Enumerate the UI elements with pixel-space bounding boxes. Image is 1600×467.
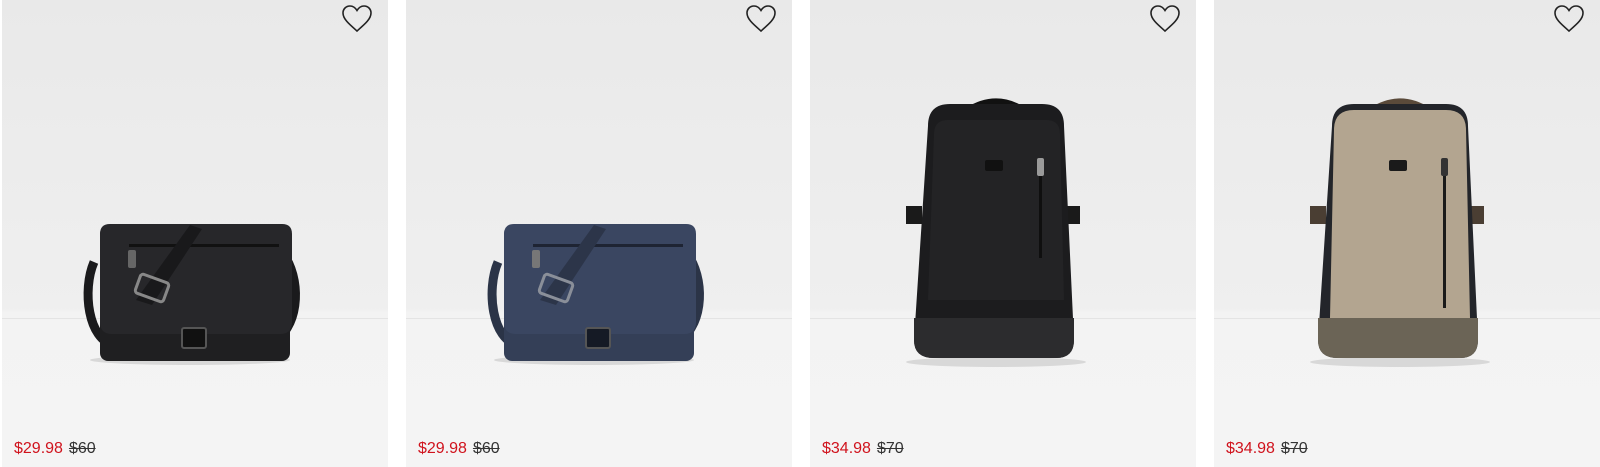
product-grid: $29.98 $60 $29.98 $60 $34.98 $70 $34.98 …: [0, 0, 1600, 467]
product-image-backpack-taupe[interactable]: [1214, 0, 1600, 420]
heart-outline-icon[interactable]: [744, 3, 778, 35]
product-image-backpack-black[interactable]: [810, 0, 1196, 420]
product-card[interactable]: $29.98 $60: [406, 0, 792, 467]
product-image-messenger-black[interactable]: [2, 0, 388, 420]
original-price: $60: [68, 440, 96, 457]
price-row: $29.98 $60: [418, 439, 500, 459]
original-price: $60: [472, 440, 500, 457]
product-card[interactable]: $29.98 $60: [2, 0, 388, 467]
price-row: $34.98 $70: [822, 439, 904, 459]
product-card[interactable]: $34.98 $70: [1214, 0, 1600, 467]
heart-outline-icon[interactable]: [1148, 3, 1182, 35]
price-row: $29.98 $60: [14, 439, 96, 459]
original-price: $70: [876, 440, 904, 457]
price-row: $34.98 $70: [1226, 439, 1308, 459]
product-card[interactable]: $34.98 $70: [810, 0, 1196, 467]
heart-outline-icon[interactable]: [1552, 3, 1586, 35]
sale-price: $29.98: [418, 440, 467, 457]
product-image-messenger-navy[interactable]: [406, 0, 792, 420]
sale-price: $34.98: [1226, 440, 1275, 457]
heart-outline-icon[interactable]: [340, 3, 374, 35]
sale-price: $34.98: [822, 440, 871, 457]
original-price: $70: [1280, 440, 1308, 457]
sale-price: $29.98: [14, 440, 63, 457]
